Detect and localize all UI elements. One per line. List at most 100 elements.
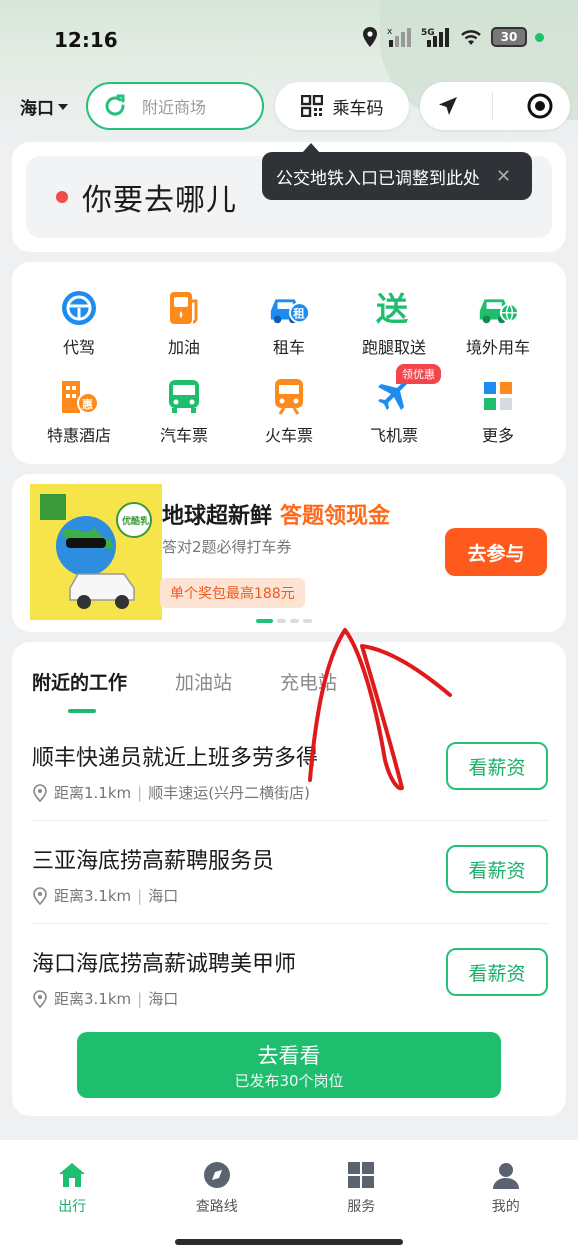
job-meta: 距离3.1km | 海口 [32, 885, 178, 906]
delivery-icon: 送 [376, 290, 408, 327]
top-bar: 海口 附近商场 乘车码 [0, 82, 578, 132]
global-car-icon [479, 299, 520, 324]
caret-down-icon [58, 103, 68, 110]
service-label: 特惠酒店 [46, 426, 111, 445]
service-train-ticket[interactable]: 火车票 [239, 376, 339, 446]
service-label: 境外用车 [465, 338, 530, 357]
nav-label: 出行 [58, 1199, 87, 1215]
city-label: 海口 [20, 99, 54, 119]
nearby-tabs: 附近的工作 加油站 充电站 [32, 668, 337, 713]
promo-title: 地球超新鲜 答题领现金 [162, 498, 390, 530]
job-title: 海口海底捞高薪诚聘美甲师 [32, 952, 297, 977]
steering-wheel-icon [62, 291, 96, 325]
services-grid: 代驾 加油 租 租车 送 跑腿取送 境外用车 惠 特惠酒店 汽车票 火车票 飞机… [12, 262, 566, 464]
tab-charging-stations[interactable]: 充电站 [280, 668, 337, 695]
wifi-icon [461, 30, 481, 45]
separator: | [137, 783, 143, 802]
coupon-badge: 领优惠 [396, 364, 441, 384]
service-label: 跑腿取送 [361, 338, 426, 357]
job-item[interactable]: 顺丰快递员就近上班多劳多得 距离1.1km | 顺丰速运(兴丹二横街店) 看薪资 [32, 718, 548, 821]
signal-5g-icon: 5G [421, 28, 449, 47]
search-input[interactable]: 附近商场 [86, 82, 264, 130]
refresh-search-icon [105, 94, 125, 116]
nav-travel[interactable]: 出行 [22, 1160, 122, 1255]
service-car-rental[interactable]: 租 租车 [239, 288, 339, 358]
job-item[interactable]: 海口海底捞高薪诚聘美甲师 距离3.1km | 海口 看薪资 [32, 924, 548, 1027]
compass-icon [203, 1162, 230, 1188]
tooltip-text: 公交地铁入口已调整到此处 [276, 168, 480, 189]
promo-highlight: 答题领现金 [280, 504, 391, 529]
carousel-dot-active [256, 619, 273, 623]
promo-subtitle: 答对2题必得打车券 [162, 538, 292, 556]
service-overseas-car[interactable]: 境外用车 [448, 288, 548, 358]
entrance-tooltip: 公交地铁入口已调整到此处 ✕ [262, 143, 532, 200]
ride-code-button[interactable]: 乘车码 [275, 82, 409, 130]
location-pin-icon [33, 886, 47, 905]
service-flight-ticket[interactable]: 飞机票 [344, 376, 444, 446]
ride-code-label: 乘车码 [332, 98, 384, 119]
view-salary-button[interactable]: 看薪资 [446, 845, 548, 893]
home-indicator [175, 1239, 403, 1245]
join-button[interactable]: 去参与 [445, 528, 547, 576]
service-label: 汽车票 [159, 426, 208, 445]
send-glyph: 送 [376, 290, 408, 327]
promo-illustration: 优酷乳 [30, 484, 162, 620]
battery-indicator: 30 [491, 27, 527, 47]
close-icon[interactable]: ✕ [496, 166, 511, 187]
navigate-arrow-icon[interactable] [436, 94, 460, 118]
go-button-sublabel: 已发布30个岗位 [234, 1072, 344, 1090]
map-actions [420, 82, 570, 130]
job-item[interactable]: 三亚海底捞高薪聘服务员 距离3.1km | 海口 看薪资 [32, 821, 548, 924]
divider [492, 92, 494, 120]
qr-code-icon [300, 95, 323, 117]
nearby-section: 附近的工作 加油站 充电站 顺丰快递员就近上班多劳多得 距离1.1km | 顺丰… [12, 642, 566, 1116]
service-errand[interactable]: 送 跑腿取送 [344, 288, 444, 358]
job-place: 顺丰速运(兴丹二横街店) [148, 784, 310, 802]
nav-profile[interactable]: 我的 [456, 1160, 556, 1255]
promo-banner[interactable]: 优酷乳 地球超新鲜 答题领现金 答对2题必得打车券 单个奖包最高188元 去参与 [12, 474, 566, 632]
service-hotel[interactable]: 惠 特惠酒店 [29, 376, 129, 446]
fuel-pump-icon [170, 292, 198, 324]
job-meta: 距离1.1km | 顺丰速运(兴丹二横街店) [32, 782, 310, 803]
nav-label: 查路线 [195, 1199, 238, 1215]
more-grid-icon [484, 382, 512, 410]
location-pin-icon [33, 783, 47, 802]
separator: | [137, 886, 143, 905]
service-more[interactable]: 更多 [448, 376, 548, 446]
job-place: 海口 [148, 887, 179, 905]
privacy-dot-icon [535, 32, 544, 42]
bus-icon [169, 380, 199, 413]
separator: | [137, 989, 143, 1008]
city-selector[interactable]: 海口 [20, 94, 69, 119]
locate-target-icon[interactable] [526, 92, 554, 120]
service-fuel[interactable]: 加油 [134, 288, 234, 358]
view-more-jobs-button[interactable]: 去看看 已发布30个岗位 [77, 1032, 501, 1098]
job-distance: 距离3.1km [54, 990, 132, 1008]
status-time: 12:16 [54, 28, 118, 52]
carousel-dot [303, 619, 312, 623]
service-label: 代驾 [62, 338, 95, 357]
rent-badge-text: 租 [293, 307, 305, 321]
service-designated-driver[interactable]: 代驾 [29, 288, 129, 358]
status-icons: x 5G 30 [361, 26, 544, 48]
tab-nearby-jobs[interactable]: 附近的工作 [32, 668, 127, 713]
view-salary-button[interactable]: 看薪资 [446, 742, 548, 790]
view-salary-button[interactable]: 看薪资 [446, 948, 548, 996]
nav-label: 服务 [347, 1199, 376, 1215]
service-label: 租车 [272, 338, 305, 357]
person-icon [492, 1163, 519, 1189]
status-bar: 12:16 x 5G 30 [0, 0, 578, 80]
job-title: 顺丰快递员就近上班多劳多得 [32, 746, 319, 771]
service-label: 飞机票 [369, 426, 418, 445]
train-icon [275, 379, 303, 415]
service-label: 更多 [481, 426, 514, 445]
job-distance: 距离1.1km [54, 784, 132, 802]
job-distance: 距离3.1km [54, 887, 132, 905]
service-bus-ticket[interactable]: 汽车票 [134, 376, 234, 446]
job-place: 海口 [148, 990, 179, 1008]
rental-car-icon: 租 [270, 299, 311, 324]
carousel-dot [290, 619, 299, 623]
tab-gas-stations[interactable]: 加油站 [175, 668, 232, 695]
home-icon [59, 1163, 86, 1187]
carousel-dot [277, 619, 286, 623]
